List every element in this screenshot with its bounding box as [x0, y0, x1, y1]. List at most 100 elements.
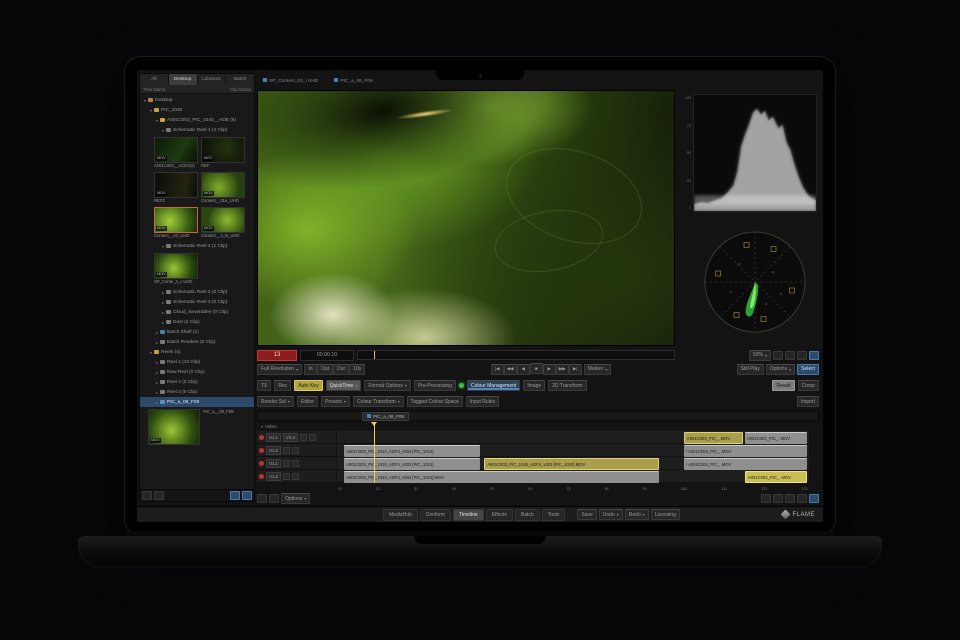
- playback-button[interactable]: ◀: [517, 364, 530, 375]
- resolution-button[interactable]: Full Resolution: [257, 364, 302, 375]
- browser-tab[interactable]: Desktop: [169, 74, 197, 85]
- visibility-icon[interactable]: [292, 447, 299, 454]
- tree-row[interactable]: ▸ Reel 1 (10 Clip): [140, 357, 254, 367]
- record-dot-icon[interactable]: [259, 435, 264, 440]
- transform-tab[interactable]: 2D Transform: [548, 380, 586, 391]
- visibility-icon[interactable]: [292, 460, 299, 467]
- module-tab[interactable]: MediaHub: [383, 509, 418, 521]
- playback-button[interactable]: ▶|: [569, 364, 582, 375]
- tree-row[interactable]: ▾ PIC_1040: [140, 105, 254, 115]
- tree-row[interactable]: ▾ Desktop: [140, 95, 254, 105]
- razor-icon[interactable]: [797, 494, 807, 503]
- scroll-left-icon[interactable]: [257, 494, 267, 503]
- tree-name-column[interactable]: Tree Name: [143, 87, 165, 92]
- timeline-options-button[interactable]: Options: [281, 493, 310, 504]
- playback-button[interactable]: ▶: [543, 364, 556, 375]
- track-header[interactable]: V1.1 V1.3: [257, 431, 336, 444]
- timeline-clip[interactable]: / A001C003_PIC_. MOV: [684, 458, 807, 470]
- browser-tab[interactable]: Libraries: [198, 74, 226, 85]
- mark-button[interactable]: In: [304, 364, 317, 375]
- result-button[interactable]: Result: [772, 380, 794, 391]
- comp-button[interactable]: Comp: [798, 380, 819, 391]
- module-tab[interactable]: Tools: [542, 509, 566, 521]
- image-viewer[interactable]: [257, 90, 675, 346]
- list-view-icon[interactable]: [142, 491, 152, 500]
- playback-button[interactable]: ■: [530, 363, 543, 374]
- tree-row[interactable]: ▸ Dust (2 Clip): [140, 317, 254, 327]
- lock-icon[interactable]: [283, 447, 290, 454]
- timecode-field[interactable]: 00:00:10: [300, 350, 354, 361]
- tree-row[interactable]: ▾ Schematic Reel 4 (1 Clip): [140, 241, 254, 251]
- collapse-caret-icon[interactable]: ▾: [261, 424, 263, 429]
- record-dot-icon[interactable]: [259, 461, 264, 466]
- viewer-tab-right[interactable]: PIC_a_09_F09: [334, 78, 372, 84]
- timeline-clip[interactable]: A001C003_PIC_. MOV: [684, 432, 743, 444]
- tree-row[interactable]: ▸ Reel 2 (0 Clip): [140, 377, 254, 387]
- marker-button[interactable]: Marker: [584, 364, 612, 375]
- presets-dropdown[interactable]: Presets: [321, 396, 350, 407]
- editor-button[interactable]: Editor: [297, 396, 318, 407]
- zoom-level-button[interactable]: 50%: [749, 350, 771, 361]
- tree-row[interactable]: ▾ A001C003_PIC_1040__ADE (5): [140, 115, 254, 125]
- lock-icon[interactable]: [283, 473, 290, 480]
- vectorscope[interactable]: [693, 220, 817, 344]
- module-tab[interactable]: Timeline: [453, 509, 484, 521]
- tree-row[interactable]: ▸ New Reel (0 Clip): [140, 367, 254, 377]
- track-header[interactable]: V1.2: [257, 444, 336, 457]
- tree-row[interactable]: ▸ Cloud_Severdden (0 Clip): [140, 307, 254, 317]
- track-header[interactable]: V1.1: [257, 457, 336, 470]
- clip-thumbnail[interactable]: MOV SP_Conte_3_c UHD: [154, 253, 198, 285]
- lock-icon[interactable]: [283, 460, 290, 467]
- scroll-right-icon[interactable]: [269, 494, 279, 503]
- timeline-clip[interactable]: A001C003_PIC_1040_ADF4_v002 [PIC_1010] M…: [344, 471, 659, 483]
- import-button[interactable]: Import: [797, 396, 819, 407]
- lock-icon[interactable]: [300, 434, 307, 441]
- undo-button[interactable]: Undo: [599, 509, 623, 520]
- colour-management-tab[interactable]: Colour Management: [467, 380, 520, 391]
- module-tab[interactable]: Effects: [486, 509, 513, 521]
- licensing-button[interactable]: Licensing: [651, 509, 680, 520]
- auto-key-button[interactable]: Auto Key: [294, 380, 322, 391]
- timeline-clip[interactable]: A001C003_PIC_. MOV: [745, 432, 807, 444]
- browser-tab[interactable]: All: [140, 74, 168, 85]
- tree-row[interactable]: ▸ Batch Shelf (1): [140, 327, 254, 337]
- render-selection-dropdown[interactable]: Render Sel: [257, 396, 294, 407]
- waveform-scope[interactable]: [693, 94, 817, 212]
- fit-view-icon[interactable]: [773, 351, 783, 360]
- tree-row[interactable]: ▾ Schematic Reel 1 (4 Clip): [140, 125, 254, 135]
- redo-button[interactable]: Redo: [625, 509, 649, 520]
- visibility-icon[interactable]: [292, 473, 299, 480]
- track-version-label[interactable]: V1.3: [283, 433, 298, 442]
- select-button[interactable]: Select: [797, 364, 819, 375]
- colour-transform-dropdown[interactable]: Colour Transform: [353, 396, 404, 407]
- video-group-header[interactable]: ▾ Video: [257, 422, 819, 430]
- mark-button[interactable]: 10s: [349, 364, 365, 375]
- tagged-colour-space-button[interactable]: Tagged Colour Space: [407, 396, 463, 407]
- tree-row[interactable]: ▸ Batch Renders (0 Clip): [140, 337, 254, 347]
- record-dot-icon[interactable]: [259, 448, 264, 453]
- playback-button[interactable]: ◀◀: [504, 364, 517, 375]
- mark-button[interactable]: Dur: [333, 364, 349, 375]
- proxy-toggle-icon[interactable]: [230, 491, 240, 500]
- timeline-clip[interactable]: A001C003_PIC_1010_ADF4_v003 [PIC_1010]: [344, 458, 480, 470]
- module-tab[interactable]: Batch: [515, 509, 540, 521]
- timeline-ruler[interactable]: 112131415161718191101111121131: [337, 484, 809, 492]
- timeline-playhead[interactable]: [374, 422, 375, 483]
- current-frame-field[interactable]: 13: [257, 350, 297, 361]
- still-play-button[interactable]: Still Play: [737, 364, 764, 375]
- playback-button[interactable]: |◀: [491, 364, 504, 375]
- visibility-icon[interactable]: [309, 434, 316, 441]
- input-rules-button[interactable]: Input Rules: [466, 396, 499, 407]
- clip-thumbnail[interactable]: MOV REF: [201, 137, 245, 169]
- playback-button[interactable]: ▶▶: [556, 364, 569, 375]
- options-button[interactable]: Options: [766, 364, 795, 375]
- codec-dropdown[interactable]: QuickTime: [326, 380, 362, 391]
- filter-icon[interactable]: [242, 491, 252, 500]
- tx-button[interactable]: TX: [257, 380, 271, 391]
- zoom-fit-icon[interactable]: [809, 494, 819, 503]
- scrub-bar[interactable]: [357, 350, 675, 360]
- pre-processing-button[interactable]: Pre-Processing: [414, 380, 456, 391]
- mark-button[interactable]: Out: [317, 364, 333, 375]
- timeline-clip[interactable]: A001C003_PIC_1010_ADF4_v004 [PIC_1010]: [344, 445, 480, 457]
- split-view-icon[interactable]: [785, 351, 795, 360]
